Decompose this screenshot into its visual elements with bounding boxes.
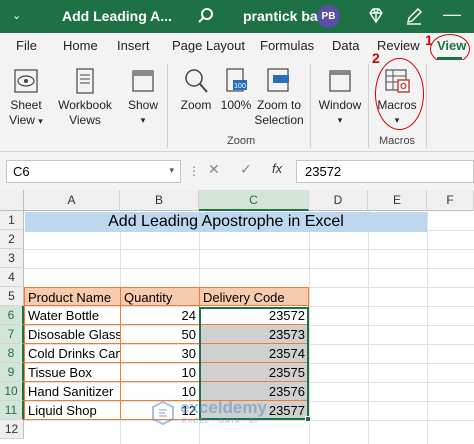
svg-text:100: 100 [234, 83, 246, 90]
tab-data[interactable]: Data [332, 38, 359, 53]
row-header-1[interactable]: 1 [0, 211, 24, 230]
window-title: Add Leading A... [62, 8, 172, 24]
eye-icon [14, 69, 38, 93]
column-header-b[interactable]: B [120, 190, 199, 211]
chevron-down-icon[interactable]: ⌄ [12, 9, 21, 22]
column-header-c[interactable]: C [199, 190, 309, 211]
table-cell-product[interactable]: Hand Sanitizer [24, 382, 121, 401]
zoom-label: Zoom [180, 98, 212, 112]
fx-icon[interactable]: fx [272, 161, 282, 176]
table-cell-product[interactable]: Water Bottle [24, 306, 121, 325]
window-icon [329, 70, 351, 92]
table-cell-product[interactable]: Cold Drinks Can [24, 344, 121, 363]
row-header-3[interactable]: 3 [0, 249, 24, 268]
show-button[interactable]: Show ▾ [124, 66, 162, 128]
table-cell-product[interactable]: Disosable Glass [24, 325, 121, 344]
ribbon-separator [167, 64, 168, 148]
watermark: exceldemy EXCEL · DATA · BI [150, 398, 320, 430]
minimize-button[interactable]: — [443, 4, 461, 25]
avatar[interactable]: PB [317, 5, 340, 28]
gridline [368, 211, 369, 444]
sheet-title-banner[interactable]: Add Leading Apostrophe in Excel [25, 212, 427, 232]
row-header-10[interactable]: 10 [0, 382, 24, 401]
gridline [427, 211, 428, 444]
sheet-view-label: Sheet View [9, 98, 42, 127]
zoom-to-selection-icon [267, 68, 289, 92]
row-header-9[interactable]: 9 [0, 363, 24, 382]
row-header-11[interactable]: 11 [0, 401, 24, 420]
row-header-7[interactable]: 7 [0, 325, 24, 344]
table-cell-product[interactable]: Tissue Box [24, 363, 121, 382]
tab-file[interactable]: File [16, 38, 37, 53]
table-cell-quantity[interactable]: 30 [120, 344, 200, 363]
watermark-tagline: EXCEL · DATA · BI [182, 418, 258, 425]
column-header-d[interactable]: D [309, 190, 368, 211]
column-header-e[interactable]: E [368, 190, 427, 211]
column-header-f[interactable]: F [427, 190, 474, 211]
chevron-down-icon[interactable]: ▾ [169, 165, 174, 176]
annotation-step-2: 2 [372, 50, 380, 66]
row-header-4[interactable]: 4 [0, 268, 24, 287]
ribbon-separator [310, 64, 311, 148]
ribbon-separator [426, 64, 427, 148]
name-box[interactable]: C6 ▾ [6, 160, 181, 183]
tab-review[interactable]: Review [377, 38, 420, 53]
zoom-100-icon: 100 [226, 68, 247, 92]
table-cell-quantity[interactable]: 10 [120, 363, 200, 382]
check-icon[interactable]: ✓ [240, 161, 252, 178]
tab-insert[interactable]: Insert [117, 38, 150, 53]
zoom-to-selection-label: Zoom to Selection [254, 98, 304, 127]
column-header-a[interactable]: A [24, 190, 120, 211]
title-bar: ⌄ Add Leading A... prantick bala PB — [0, 0, 474, 33]
zoom-button[interactable]: Zoom [176, 66, 216, 113]
row-header-6[interactable]: 6 [0, 306, 24, 325]
annotation-ring-macros [375, 58, 424, 130]
name-box-value: C6 [13, 164, 30, 179]
ribbon-separator [368, 64, 369, 148]
row-header-12[interactable]: 12 [0, 420, 24, 439]
zoom-to-selection-button[interactable]: Zoom to Selection [254, 66, 304, 128]
table-cell-quantity[interactable]: 50 [120, 325, 200, 344]
table-cell-product[interactable]: Liquid Shop [24, 401, 121, 420]
workbook-views-button[interactable]: Workbook Views [56, 66, 114, 128]
row-header-8[interactable]: 8 [0, 344, 24, 363]
ribbon-tabs: File Home Insert Page Layout Formulas Da… [0, 33, 474, 60]
zoom-100-label: 100% [220, 98, 252, 112]
gridline [24, 268, 474, 269]
watermark-name: exceldemy [180, 398, 267, 417]
group-label-macros: Macros [379, 135, 416, 147]
select-all-corner[interactable] [0, 190, 24, 211]
show-icon [132, 70, 154, 92]
row-header-2[interactable]: 2 [0, 230, 24, 249]
more-icon[interactable]: ⋮ [188, 164, 200, 178]
show-label: Show [127, 98, 159, 112]
magnifier-icon [185, 69, 208, 93]
formula-input[interactable]: 23572 [296, 160, 474, 183]
table-cell-quantity[interactable]: 24 [120, 306, 200, 325]
sheet-view-button[interactable]: Sheet View ▾ [4, 66, 48, 129]
workbook-views-label: Workbook Views [58, 98, 112, 127]
diamond-icon[interactable] [366, 6, 386, 26]
gridline [24, 249, 474, 250]
window-label: Window [318, 98, 362, 112]
pen-icon[interactable] [404, 6, 424, 26]
search-icon[interactable] [196, 6, 216, 26]
row-header-5[interactable]: 5 [0, 287, 24, 306]
zoom-100-button[interactable]: 100 100% [218, 66, 254, 113]
formula-bar: C6 ▾ ⋮ ✕ ✓ fx 23572 [0, 152, 474, 190]
workbook-views-icon [76, 68, 94, 94]
window-button[interactable]: Window ▾ [316, 66, 364, 128]
table-header-quantity[interactable]: Quantity [120, 287, 200, 306]
tab-formulas[interactable]: Formulas [260, 38, 314, 53]
table-header-product-name[interactable]: Product Name [24, 287, 121, 306]
exceldemy-logo-icon [152, 400, 174, 426]
tab-home[interactable]: Home [63, 38, 98, 53]
tab-page-layout[interactable]: Page Layout [172, 38, 245, 53]
group-label-zoom: Zoom [227, 135, 256, 147]
cancel-icon[interactable]: ✕ [208, 161, 220, 178]
table-header-delivery-code[interactable]: Delivery Code [199, 287, 309, 306]
